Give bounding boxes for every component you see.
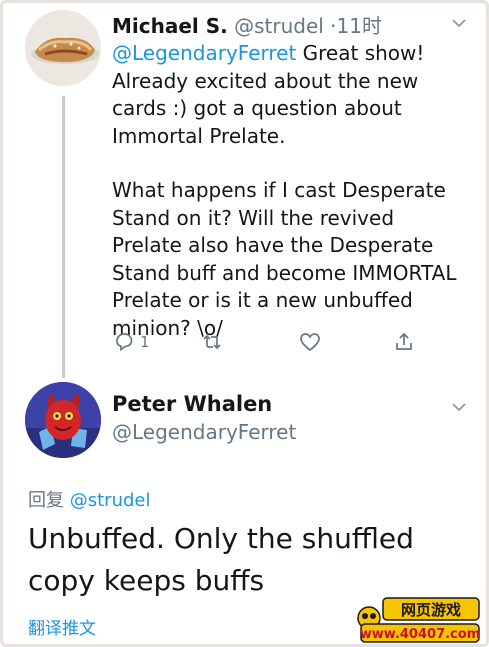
heart-icon: [300, 333, 320, 352]
reply-icon: [116, 333, 133, 352]
replying-to: 回复 @strudel: [28, 486, 150, 512]
reply-author-name[interactable]: Peter Whalen: [112, 392, 272, 416]
site-watermark-logo: 网页游戏 www.40407.com: [355, 594, 483, 644]
share-icon: [396, 332, 412, 350]
watermark-line1: 网页游戏: [401, 601, 461, 619]
reply-author-handle[interactable]: @LegendaryFerret: [112, 420, 296, 444]
mention-link[interactable]: @LegendaryFerret: [112, 41, 296, 65]
author-name[interactable]: Michael S.: [112, 14, 228, 38]
reply-label: 回复: [28, 490, 64, 511]
peter-avatar[interactable]: [25, 382, 101, 458]
watermark-line2: www.40407.com: [360, 627, 481, 642]
tweet-actions: 1: [112, 330, 422, 358]
thread-line: [62, 96, 65, 378]
translate-tweet-link[interactable]: 翻译推文: [28, 614, 96, 639]
reply-to-mention[interactable]: @strudel: [70, 490, 151, 511]
reply-button[interactable]: 1: [112, 330, 150, 354]
share-button[interactable]: [392, 330, 416, 354]
tweet-header: Michael S. @strudel ·11时: [112, 10, 382, 39]
tweet-body: @LegendaryFerret Great show! Already exc…: [112, 40, 462, 342]
tweet-paragraph-1: @LegendaryFerret Great show! Already exc…: [112, 40, 462, 150]
retweet-icon: [203, 334, 221, 350]
tweet-time[interactable]: 11时: [337, 14, 382, 38]
michael-avatar[interactable]: [25, 10, 101, 86]
retweet-button[interactable]: [200, 330, 224, 354]
reply-count: 1: [140, 333, 150, 351]
author-handle[interactable]: @strudel: [234, 14, 324, 38]
reply-body: Unbuffed. Only the shuffled copy keeps b…: [28, 522, 414, 597]
chevron-down-icon[interactable]: [450, 14, 468, 32]
chevron-down-icon[interactable]: [450, 398, 468, 416]
like-button[interactable]: [298, 330, 322, 354]
tweet-paragraph-2: What happens if I cast Desperate Stand o…: [112, 178, 457, 340]
